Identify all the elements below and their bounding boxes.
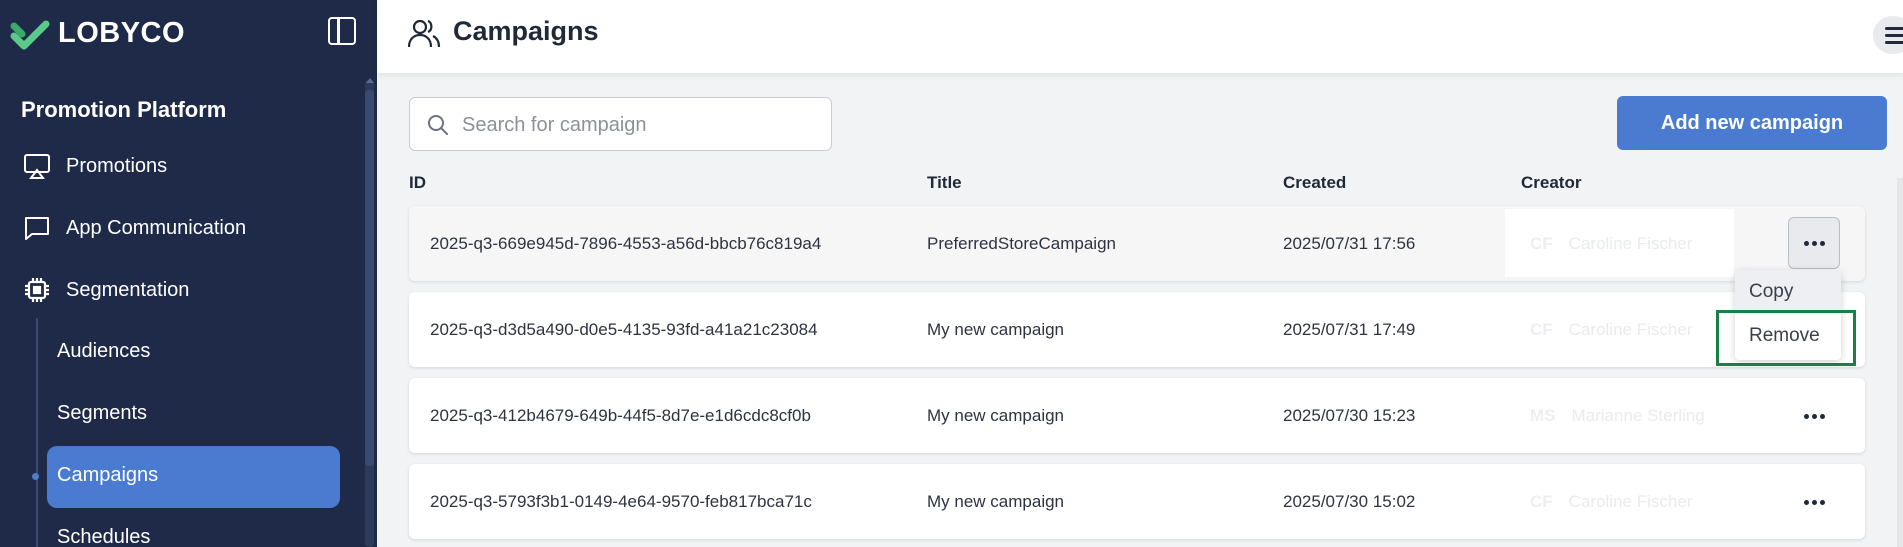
lobyco-logo-icon [10, 20, 50, 50]
cell-title: My new campaign [927, 319, 1065, 339]
column-header-title[interactable]: Title [927, 173, 962, 193]
users-icon [407, 19, 441, 48]
sidebar-subitem-campaigns[interactable]: Campaigns [57, 464, 158, 487]
sidebar-scrollbar-thumb[interactable] [365, 90, 374, 466]
cell-created: 2025/07/31 17:49 [1283, 319, 1416, 339]
submenu-line [36, 318, 38, 547]
avatar: CF [1530, 319, 1553, 339]
more-icon-dot [1811, 413, 1817, 419]
hamburger-icon [1885, 27, 1903, 30]
menu-button[interactable] [1873, 16, 1903, 54]
sidebar-item-segmentation[interactable]: Segmentation [22, 275, 189, 305]
presentation-icon [24, 154, 50, 179]
logo-text: LOBYCO [58, 16, 186, 49]
sidebar-subitem-audiences[interactable]: Audiences [57, 340, 150, 363]
chat-icon [25, 217, 49, 240]
cell-creator: CF Caroline Fischer [1530, 464, 1692, 539]
cell-id: 2025-q3-412b4679-649b-44f5-8d7e-e1d6cdc8… [430, 405, 811, 425]
logo[interactable]: LOBYCO [10, 16, 185, 50]
more-icon-dot [1811, 499, 1817, 505]
cell-id: 2025-q3-669e945d-7896-4553-a56d-bbcb76c8… [430, 233, 822, 253]
sidebar-subitem-schedules[interactable]: Schedules [57, 526, 150, 547]
cell-title: PreferredStoreCampaign [927, 233, 1116, 253]
cell-title: My new campaign [927, 405, 1065, 425]
more-icon [1803, 413, 1809, 419]
scroll-up-icon[interactable] [366, 78, 374, 83]
page-scrollbar[interactable] [1897, 178, 1903, 547]
more-icon-dot [1819, 240, 1825, 246]
cell-creator: MS Marianne Sterling [1530, 378, 1705, 453]
cell-creator: CF Caroline Fischer [1530, 292, 1692, 367]
cell-title: My new campaign [927, 491, 1065, 511]
cell-id: 2025-q3-d3d5a490-d0e5-4135-93fd-a41a21c2… [430, 319, 818, 339]
more-icon [1803, 240, 1809, 246]
search-icon [428, 115, 448, 135]
creator-name: Caroline Fischer [1568, 319, 1693, 339]
sidebar: LOBYCO Promotion Platform Promotions App… [0, 0, 377, 547]
cell-created: 2025/07/31 17:56 [1283, 233, 1416, 253]
row-actions-button[interactable] [1788, 217, 1840, 269]
cell-created: 2025/07/30 15:23 [1283, 405, 1416, 425]
cell-created: 2025/07/30 15:02 [1283, 491, 1416, 511]
column-header-creator[interactable]: Creator [1521, 173, 1581, 193]
more-icon [1803, 499, 1809, 505]
sidebar-item-promotions[interactable]: Promotions [22, 151, 167, 181]
sidebar-item-label: Segmentation [66, 278, 190, 301]
row-actions-button[interactable] [1788, 476, 1840, 528]
more-icon-dot [1819, 499, 1825, 505]
active-indicator [32, 473, 39, 480]
row-actions-button[interactable] [1788, 390, 1840, 442]
creator-name: Caroline Fischer [1568, 491, 1693, 511]
sidebar-item-label: App Communication [66, 216, 247, 239]
add-campaign-button[interactable]: Add new campaign [1617, 96, 1887, 150]
creator-name: Marianne Sterling [1571, 405, 1705, 425]
sidebar-toggle-icon[interactable] [328, 17, 356, 45]
avatar: CF [1530, 491, 1553, 511]
hamburger-icon-bar [1885, 41, 1903, 44]
creator-name: Caroline Fischer [1568, 233, 1693, 253]
avatar: CF [1530, 233, 1553, 253]
chip-icon [25, 278, 49, 302]
page-header: Campaigns [377, 0, 1903, 73]
avatar: MS [1530, 405, 1556, 425]
cell-creator: CF Caroline Fischer [1530, 206, 1692, 281]
more-icon-dot [1819, 413, 1825, 419]
column-header-id[interactable]: ID [409, 173, 426, 193]
sidebar-item-app-communication[interactable]: App Communication [22, 213, 246, 243]
column-header-created[interactable]: Created [1283, 173, 1346, 193]
sidebar-item-label: Promotions [66, 154, 168, 177]
search-input[interactable] [462, 112, 812, 138]
hamburger-icon-bar [1885, 34, 1903, 37]
remove-highlight-box [1716, 310, 1856, 366]
more-icon-dot [1811, 240, 1817, 246]
menu-item-copy[interactable]: Copy [1735, 270, 1841, 314]
cell-id: 2025-q3-5793f3b1-0149-4e64-9570-feb817bc… [430, 491, 812, 511]
search-field[interactable] [409, 97, 832, 151]
sidebar-subitem-segments[interactable]: Segments [57, 402, 147, 425]
platform-title: Promotion Platform [21, 97, 227, 122]
page-title: Campaigns [453, 16, 599, 46]
